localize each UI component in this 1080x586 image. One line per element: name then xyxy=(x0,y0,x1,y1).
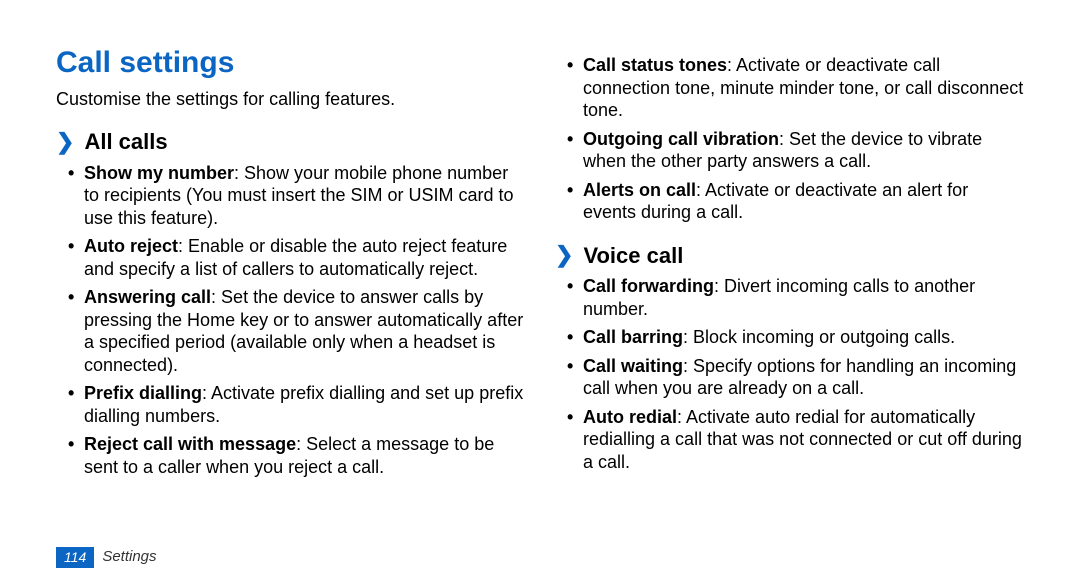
section-heading-label: Voice call xyxy=(583,242,683,270)
page-number: 114 xyxy=(56,547,94,569)
chevron-right-icon: ❯ xyxy=(555,244,573,266)
list-item: Alerts on call: Activate or deactivate a… xyxy=(555,179,1024,224)
list-item: Call status tones: Activate or deactivat… xyxy=(555,54,1024,122)
page-title: Call settings xyxy=(56,44,525,82)
list-item: Auto reject: Enable or disable the auto … xyxy=(56,235,525,280)
all-calls-list-part1: Show my number: Show your mobile phone n… xyxy=(56,162,525,479)
list-item: Show my number: Show your mobile phone n… xyxy=(56,162,525,230)
item-term: Call status tones xyxy=(583,55,727,75)
item-term: Prefix dialling xyxy=(84,383,202,403)
chevron-right-icon: ❯ xyxy=(56,131,74,153)
list-item: Auto redial: Activate auto redial for au… xyxy=(555,406,1024,474)
item-term: Outgoing call vibration xyxy=(583,129,779,149)
page: Call settings Customise the settings for… xyxy=(0,0,1080,586)
item-term: Auto redial xyxy=(583,407,677,427)
list-item: Answering call: Set the device to answer… xyxy=(56,286,525,376)
item-term: Call forwarding xyxy=(583,276,714,296)
section-heading-voice-call: ❯ Voice call xyxy=(555,242,1024,270)
item-term: Call waiting xyxy=(583,356,683,376)
list-item: Call forwarding: Divert incoming calls t… xyxy=(555,275,1024,320)
item-desc: : Block incoming or outgoing calls. xyxy=(683,327,955,347)
section-heading-label: All calls xyxy=(84,128,167,156)
all-calls-list-part2: Call status tones: Activate or deactivat… xyxy=(555,54,1024,224)
voice-call-list: Call forwarding: Divert incoming calls t… xyxy=(555,275,1024,473)
section-heading-all-calls: ❯ All calls xyxy=(56,128,525,156)
item-term: Call barring xyxy=(583,327,683,347)
list-item: Outgoing call vibration: Set the device … xyxy=(555,128,1024,173)
right-column: Call status tones: Activate or deactivat… xyxy=(555,44,1024,546)
item-term: Alerts on call xyxy=(583,180,696,200)
two-column-layout: Call settings Customise the settings for… xyxy=(56,44,1024,546)
list-item: Reject call with message: Select a messa… xyxy=(56,433,525,478)
list-item: Prefix dialling: Activate prefix diallin… xyxy=(56,382,525,427)
page-footer: 114 Settings xyxy=(56,547,157,569)
item-term: Reject call with message xyxy=(84,434,296,454)
left-column: Call settings Customise the settings for… xyxy=(56,44,525,546)
footer-label: Settings xyxy=(102,548,156,567)
intro-text: Customise the settings for calling featu… xyxy=(56,88,525,111)
list-item: Call waiting: Specify options for handli… xyxy=(555,355,1024,400)
item-term: Auto reject xyxy=(84,236,178,256)
item-term: Answering call xyxy=(84,287,211,307)
item-term: Show my number xyxy=(84,163,234,183)
list-item: Call barring: Block incoming or outgoing… xyxy=(555,326,1024,349)
